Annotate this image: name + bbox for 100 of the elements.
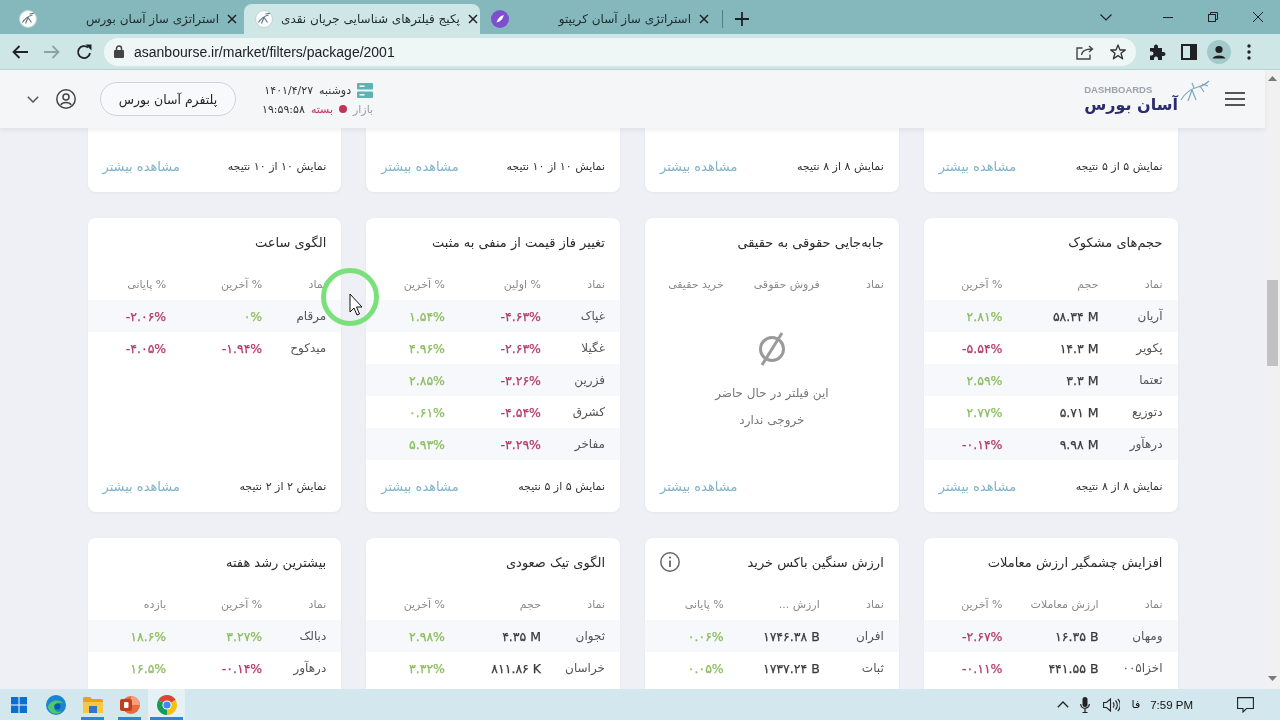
table-value: ۱۶.۵% <box>130 660 167 676</box>
result-count: نمایش ۵ از ۵ نتیجه <box>518 479 605 493</box>
weekday-label: دوشنبه <box>319 83 352 97</box>
menu-icon[interactable] <box>1225 92 1245 106</box>
result-count: نمایش ۱۰ از ۱۰ نتیجه <box>506 159 605 173</box>
puzzle-icon[interactable] <box>1149 42 1167 61</box>
table-value: -۲.۶۳% <box>500 340 541 356</box>
column-header: % اولین <box>503 277 541 291</box>
table-value: -۵.۵۴% <box>962 340 1003 356</box>
table-value: ۳.۲۷% <box>226 628 263 644</box>
swirl-icon <box>45 694 66 715</box>
scroll-up-icon[interactable] <box>1268 76 1277 81</box>
close-icon[interactable] <box>227 14 237 24</box>
table-value: -۰.۱۴% <box>962 436 1003 452</box>
more-icon[interactable] <box>1247 43 1251 60</box>
ticker-symbol: پکویر <box>1136 341 1163 355</box>
column-header: % آخرین <box>961 597 1003 611</box>
table-value: ۱.۵۴% <box>409 308 445 324</box>
table-value: ۱۷۴۶.۳۸ B <box>762 628 820 644</box>
card-title: تغییر فاز قیمت از منفی به مثبت <box>432 234 605 250</box>
minimize-icon[interactable] <box>1162 16 1173 18</box>
table-value: ۲.۸۵% <box>409 372 445 388</box>
column-header: حجم <box>1077 277 1099 291</box>
more-link[interactable]: مشاهده بیشتر <box>381 158 459 174</box>
time-label: ۱۹:۵۹:۵۸ <box>262 102 305 116</box>
plus-icon[interactable] <box>735 12 749 26</box>
result-count: نمایش ۸ از ۸ نتیجه <box>796 159 884 173</box>
table-value: -۴.۵۴% <box>500 404 541 420</box>
card-title: افزایش چشمگیر ارزش معاملات <box>987 554 1163 570</box>
close-icon[interactable] <box>467 14 478 24</box>
table-value: ۰.۰۵% <box>687 660 724 676</box>
microphone-icon[interactable] <box>1079 696 1090 713</box>
browser-tab[interactable]: استراتژی ساز آسان کریپتو <box>480 4 716 34</box>
column-header: % آخرین <box>403 597 445 611</box>
table-value: ۹.۹۸ M <box>1059 436 1099 452</box>
date-label: ۱۴۰۱/۴/۲۷ <box>264 83 314 97</box>
share-icon[interactable] <box>1076 43 1094 60</box>
language-indicator[interactable]: فا <box>1131 698 1141 711</box>
more-link[interactable]: مشاهده بیشتر <box>660 478 738 494</box>
column-header: نماد <box>866 277 884 291</box>
table-value: ۲.۵۹% <box>966 372 1003 388</box>
ticker-symbol: ثجوان <box>575 629 605 643</box>
column-header: ارزش معاملات <box>1030 597 1099 611</box>
address-field[interactable]: asanbourse.ir/market/filters/package/2001 <box>104 37 1136 66</box>
profile-icon[interactable] <box>1207 39 1231 64</box>
table-value: ۱۷۳۷.۲۴ B <box>762 660 820 676</box>
sidebar-icon[interactable] <box>1181 43 1197 60</box>
column-header: نماد <box>587 597 605 611</box>
speaker-icon[interactable] <box>1102 697 1120 712</box>
more-link[interactable]: مشاهده بیشتر <box>938 478 1017 494</box>
table-value: -۱.۹۴% <box>221 340 263 356</box>
table-value: ۵.۹۳% <box>409 436 445 452</box>
logo-wordmark: آسان بورس <box>1084 94 1178 115</box>
star-icon[interactable] <box>1110 43 1126 60</box>
more-link[interactable]: مشاهده بیشتر <box>102 158 180 174</box>
table-value: ۴۴۱.۵۵ B <box>1048 660 1099 676</box>
bull-sketch-icon <box>19 10 37 28</box>
ticker-symbol: غپاک <box>580 309 605 323</box>
card-title: ارزش سنگین باکس خرید <box>747 554 884 570</box>
ticker-symbol: مفاخر <box>574 437 605 451</box>
taskbar-button[interactable] <box>148 689 185 720</box>
scrollbar-thumb[interactable] <box>1267 280 1278 366</box>
chevron-up-icon[interactable] <box>1056 701 1069 708</box>
table-value: ۵.۷۱ M <box>1059 404 1099 420</box>
restore-icon[interactable] <box>1207 12 1218 22</box>
browser-tab[interactable]: استراتژی ساز آسان بورس <box>8 4 244 34</box>
ticker-symbol: درهآور <box>293 661 327 675</box>
notification-icon[interactable] <box>1237 696 1254 713</box>
column-header: ارزش ... <box>778 597 820 611</box>
ticker-symbol: کشرق <box>572 405 605 419</box>
logo-subtitle: DASHBOARDS <box>1084 83 1153 95</box>
close-icon[interactable] <box>1252 12 1263 22</box>
close-icon[interactable] <box>699 14 709 24</box>
more-link[interactable]: مشاهده بیشتر <box>381 478 459 494</box>
browser-tab[interactable]: پکیج فیلترهای شناسایی جریان نقدی <box>244 4 480 34</box>
chevron-down-icon[interactable] <box>27 95 39 103</box>
result-count: نمایش ۸ از ۸ نتیجه <box>1075 479 1163 493</box>
column-header: % آخرین <box>403 277 445 291</box>
more-link[interactable]: مشاهده بیشتر <box>660 158 738 174</box>
more-link[interactable]: مشاهده بیشتر <box>102 478 180 494</box>
ticker-symbol: غگیلا <box>581 341 605 355</box>
clock-time[interactable]: 7:59 PM <box>1150 698 1193 711</box>
user-icon[interactable] <box>56 89 76 109</box>
table-value: -۲.۶۷% <box>962 628 1003 644</box>
scroll-down-icon[interactable] <box>1268 676 1277 681</box>
table-value: ۰.۶۱% <box>409 404 445 420</box>
column-header: نماد <box>587 277 605 291</box>
back-icon[interactable] <box>12 44 28 59</box>
platform-button[interactable]: پلتفرم آسان بورس <box>100 82 236 116</box>
table-value: ۸۱۱.۸۶ K <box>491 660 541 676</box>
table-value: ۱۶.۳۵ B <box>1055 628 1099 644</box>
table-value: -۲.۰۶% <box>125 308 167 324</box>
round-logo-icon <box>491 10 509 28</box>
bull-sketch-icon <box>255 10 273 28</box>
info-icon[interactable] <box>660 552 680 572</box>
start-icon[interactable] <box>10 696 27 713</box>
chevron-down-icon[interactable] <box>1100 13 1112 21</box>
card-title: الگوی ساعت <box>255 234 327 250</box>
more-link[interactable]: مشاهده بیشتر <box>938 158 1017 174</box>
reload-icon[interactable] <box>76 43 92 60</box>
